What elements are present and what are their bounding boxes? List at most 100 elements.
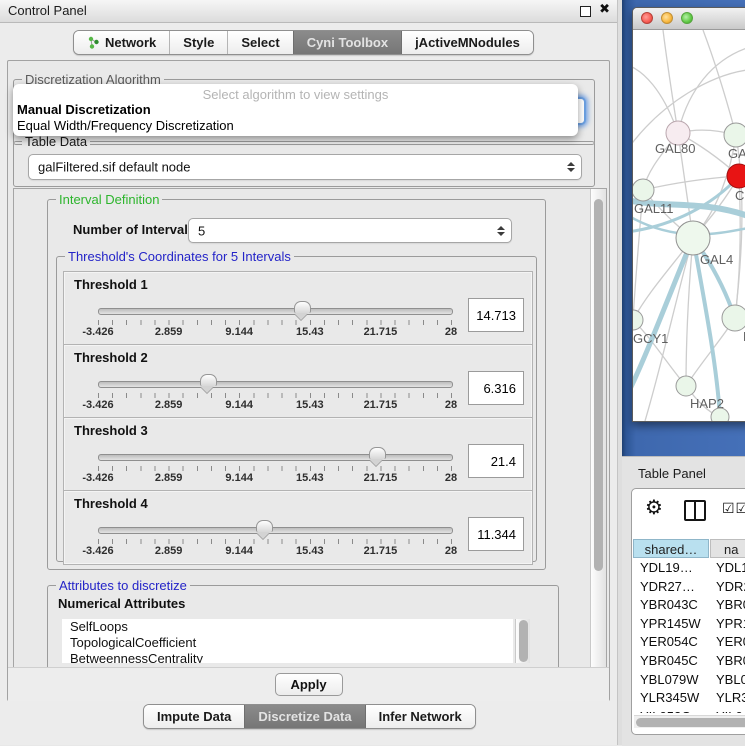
network-node[interactable]: [676, 376, 696, 396]
slider-track[interactable]: [98, 308, 453, 315]
threshold-label: Threshold 1: [74, 277, 148, 292]
table-cell[interactable]: YBL079W: [640, 671, 709, 690]
attribute-list[interactable]: SelfLoopsTopologicalCoefficientBetweenne…: [62, 619, 513, 663]
tick-label: 21.715: [364, 326, 398, 338]
tab-label: Infer Network: [379, 709, 462, 724]
attribute-list-item[interactable]: BetweennessCentrality: [62, 651, 513, 663]
close-icon[interactable]: ✖: [599, 2, 610, 17]
slider-thumb[interactable]: [369, 447, 386, 459]
tab-impute-data[interactable]: Impute Data: [144, 705, 244, 728]
slider-track[interactable]: [98, 454, 453, 461]
table-cell[interactable]: YBR045C: [640, 652, 709, 671]
tab-jactivemnodules[interactable]: jActiveMNodules: [401, 31, 533, 54]
table-row[interactable]: YLR345W YLR3: [633, 689, 745, 708]
table-row[interactable]: YBR045C YBR0: [633, 652, 745, 671]
table-row[interactable]: YDL19… YDL1: [633, 559, 745, 578]
table-cell[interactable]: YDL19…: [640, 559, 709, 578]
table-cell[interactable]: YBR0: [716, 652, 745, 671]
table-cell[interactable]: YDR27…: [640, 578, 709, 597]
attribute-list-item[interactable]: TopologicalCoefficient: [62, 635, 513, 651]
threshold-value-field[interactable]: 11.344: [468, 517, 524, 551]
window-title: Control Panel: [8, 3, 87, 18]
table-row[interactable]: YER054C YER0: [633, 633, 745, 652]
table-cell[interactable]: YER054C: [640, 633, 709, 652]
network-node[interactable]: [711, 408, 729, 421]
network-node[interactable]: [676, 221, 710, 255]
table-horizontal-scrollbar[interactable]: [634, 715, 745, 728]
node-label: GAL80: [655, 141, 695, 156]
tab-style[interactable]: Style: [169, 31, 227, 54]
slider-thumb[interactable]: [200, 374, 217, 386]
table-cell[interactable]: YDR2: [716, 578, 745, 597]
panel-vertical-scrollbar[interactable]: [590, 189, 606, 668]
table-cell[interactable]: YLR345W: [640, 689, 709, 708]
slider-thumb[interactable]: [294, 301, 311, 313]
mac-close-button[interactable]: [641, 12, 653, 24]
column-header-shared-name[interactable]: shared…: [633, 539, 709, 558]
cyni-bottom-tabs: Impute Data Discretize Data Infer Networ…: [143, 704, 476, 729]
slider-thumb[interactable]: [256, 520, 273, 532]
tab-label: Select: [241, 35, 279, 50]
float-window-icon[interactable]: [580, 6, 591, 17]
table-data-combobox[interactable]: galFiltered.sif default node: [28, 154, 582, 180]
network-canvas[interactable]: GAL80GACGAL11GAL4GCY1HHAP2: [633, 30, 745, 421]
mac-minimize-button[interactable]: [661, 12, 673, 24]
checkboxes-icon[interactable]: ☑☑: [722, 501, 745, 517]
network-node[interactable]: [722, 305, 745, 331]
table-cell[interactable]: YIL0: [716, 708, 743, 713]
number-of-intervals-combobox[interactable]: 5: [188, 218, 512, 243]
slider-track[interactable]: [98, 381, 453, 388]
tab-label: Network: [105, 35, 156, 50]
dropdown-placeholder-option[interactable]: Select algorithm to view settings: [13, 84, 578, 102]
table-cell[interactable]: YBL0: [716, 671, 745, 690]
tab-select[interactable]: Select: [227, 31, 292, 54]
table-cell[interactable]: YBR043C: [640, 596, 709, 615]
columns-icon[interactable]: [684, 500, 706, 521]
table-cell[interactable]: YIL052C: [640, 708, 709, 713]
attribute-list-scrollbar[interactable]: [515, 619, 530, 663]
table-row[interactable]: YPR145W YPR1: [633, 615, 745, 634]
attribute-list-item[interactable]: SelfLoops: [62, 619, 513, 635]
network-tab-icon: [87, 36, 100, 49]
column-header-name[interactable]: na: [710, 539, 745, 558]
tick-label: -3.426: [82, 545, 113, 557]
mac-zoom-button[interactable]: [681, 12, 693, 24]
network-node[interactable]: [633, 310, 643, 330]
table-cell[interactable]: YPR145W: [640, 615, 709, 634]
table-row[interactable]: YIL052C YIL0: [633, 708, 745, 713]
table-row[interactable]: YDR27… YDR2: [633, 578, 745, 597]
dropdown-option-manual-discretization[interactable]: Manual Discretization: [13, 102, 578, 118]
tick-label: 28: [445, 545, 457, 557]
tab-network[interactable]: Network: [74, 31, 169, 54]
control-panel-titlebar: Control Panel ✖: [0, 0, 617, 23]
table-cell[interactable]: YLR3: [716, 689, 745, 708]
threshold-value-field[interactable]: 6.316: [468, 371, 524, 405]
tick-label: 28: [445, 399, 457, 411]
network-node[interactable]: [633, 179, 654, 201]
table-row[interactable]: YBR043C YBR0: [633, 596, 745, 615]
tab-discretize-data[interactable]: Discretize Data: [244, 705, 364, 728]
node-label: GAL4: [700, 252, 733, 267]
slider-ticks: [98, 539, 452, 544]
table-cell[interactable]: YPR1: [716, 615, 745, 634]
threshold-value-field[interactable]: 14.713: [468, 298, 524, 332]
slider-track[interactable]: [98, 527, 453, 534]
apply-button[interactable]: Apply: [275, 673, 343, 696]
gear-icon[interactable]: ⚙: [645, 495, 663, 519]
table-row[interactable]: YBL079W YBL0: [633, 671, 745, 690]
network-node[interactable]: [724, 123, 745, 147]
group-title: Interval Definition: [56, 192, 162, 207]
tab-infer-network[interactable]: Infer Network: [365, 705, 475, 728]
network-window-titlebar[interactable]: [633, 8, 745, 30]
table-cell[interactable]: YDL1: [716, 559, 745, 578]
tab-label: Impute Data: [157, 709, 231, 724]
dropdown-option-equal-width-frequency[interactable]: Equal Width/Frequency Discretization: [13, 118, 578, 134]
slider-scale: -3.4262.8599.14415.4321.71528: [98, 326, 451, 340]
table-cell[interactable]: YBR0: [716, 596, 745, 615]
interval-definition-group: Interval Definition Number of Intervals …: [47, 199, 546, 570]
threshold-value-field[interactable]: 21.4: [468, 444, 524, 478]
tab-cyni-toolbox[interactable]: Cyni Toolbox: [293, 31, 401, 54]
algorithm-dropdown-popup: Select algorithm to view settings Manual…: [13, 84, 578, 136]
table-cell[interactable]: YER0: [716, 633, 745, 652]
combobox-value: 5: [198, 223, 205, 238]
